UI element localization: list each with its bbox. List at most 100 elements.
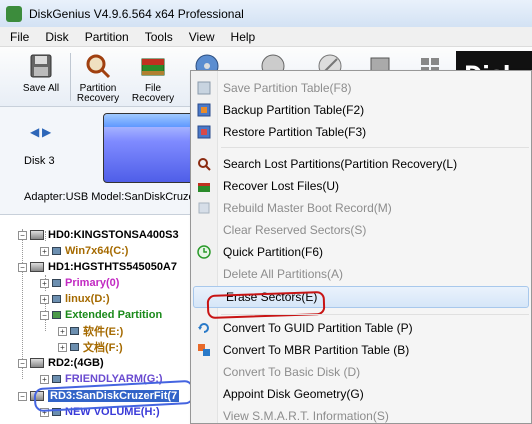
expand-icon[interactable]: + [40,278,49,288]
recover-files-icon [196,178,212,194]
menu-item-label: Convert To GUID Partition Table (P) [223,321,413,335]
save-all-button[interactable]: Save All [16,51,66,103]
menu-rebuild-mbr[interactable]: Rebuild Master Boot Record(M) [191,197,531,219]
expand-icon[interactable]: + [58,326,67,336]
hard-disk-icon [30,230,44,240]
menu-delete-all-partitions[interactable]: Delete All Partitions(A) [191,263,531,285]
partition-recovery-button[interactable]: Partition Recovery [73,51,123,104]
menu-view[interactable]: View [181,30,223,44]
disk-label: Disk 3 [24,155,55,167]
collapse-icon[interactable]: − [18,262,27,272]
blank-icon [196,386,212,402]
menu-view-smart-information[interactable]: View S.M.A.R.T. Information(S) [191,405,531,424]
tree-item-label: HD1:HGSTHTS545050A7 [48,261,177,273]
menu-convert-to-gpt[interactable]: Convert To GUID Partition Table (P) [191,317,531,339]
next-disk-icon[interactable]: ▶ [42,125,51,139]
partition-icon [52,247,61,255]
collapse-icon[interactable]: − [18,358,27,368]
menu-backup-partition-table[interactable]: Backup Partition Table(F2) [191,99,531,121]
partition-recovery-label: Partition Recovery [76,83,120,104]
menu-convert-to-mbr[interactable]: Convert To MBR Partition Table (B) [191,339,531,361]
adapter-model-text: Adapter:USB Model:SanDiskCruze [24,191,195,203]
collapse-icon[interactable]: − [18,230,27,240]
menu-search-lost-partitions[interactable]: Search Lost Partitions(Partition Recover… [191,153,531,175]
expand-icon[interactable]: + [40,374,49,384]
menu-file[interactable]: File [0,30,37,44]
tree-item-rd3-selected[interactable]: − RD3:SanDiskCruzerFit(7 [18,388,180,404]
menu-restore-partition-table[interactable]: Restore Partition Table(F3) [191,121,531,143]
tree-item-rd2[interactable]: − RD2:(4GB) [18,355,104,371]
collapse-icon[interactable]: − [40,310,49,320]
convert-gpt-icon [196,320,212,336]
backup-table-icon [196,102,212,118]
file-recovery-icon [141,58,165,76]
tree-item-label: RD3:SanDiskCruzerFit(7 [48,390,180,402]
tree-item-partition[interactable]: + Win7x64(C:) [40,243,128,259]
disk-map-bar[interactable] [103,113,200,183]
tree-item-hd1[interactable]: − HD1:HGSTHTS545050A7 [18,259,177,275]
save-icon [196,80,212,96]
blank-icon [196,364,212,380]
expand-icon[interactable]: + [40,246,49,256]
tree-item-label: HD0:KINGSTONSA400S3 [48,229,179,241]
tree-item-label: RD2:(4GB) [48,357,104,369]
blank-icon [196,222,212,238]
restore-table-icon [196,124,212,140]
tree-item-label: linux(D:) [65,293,110,305]
blank-icon [199,289,215,305]
menu-tools[interactable]: Tools [137,30,181,44]
tree-item-partition[interactable]: + 软件(E:) [58,323,123,339]
disk-tree: − HD0:KINGSTONSA400S3 + Win7x64(C:) − HD… [0,215,200,424]
hard-disk-icon [30,262,44,272]
menu-item-label: Backup Partition Table(F2) [223,103,365,117]
partition-icon [52,279,61,287]
tree-item-partition[interactable]: + linux(D:) [40,291,110,307]
quick-partition-icon [196,244,212,260]
menu-erase-sectors[interactable]: Erase Sectors(E) [193,286,529,320]
menu-separator [221,314,529,315]
menu-clear-reserved-sectors[interactable]: Clear Reserved Sectors(S) [191,219,531,241]
removable-disk-icon [30,358,44,368]
tree-item-partition[interactable]: + Primary(0) [40,275,119,291]
menu-item-label: Erase Sectors(E) [226,290,318,304]
extended-partition-icon [52,311,61,319]
tree-item-partition[interactable]: + NEW VOLUME(H:) [40,404,160,420]
toolbar-separator [70,53,71,101]
expand-icon[interactable]: + [40,407,49,417]
magnifier-icon [86,54,111,79]
tree-item-partition[interactable]: + FRIENDLYARM(G:) [40,371,163,387]
menu-item-label: Appoint Disk Geometry(G) [223,387,364,401]
save-all-icon [30,54,52,78]
tree-item-label: Primary(0) [65,277,120,289]
menu-separator [221,147,529,148]
menu-help[interactable]: Help [223,30,264,44]
menu-quick-partition[interactable]: Quick Partition(F6) [191,241,531,263]
app-icon [6,5,22,22]
menu-item-label: Convert To MBR Partition Table (B) [223,343,410,357]
tree-item-label: 文档(F:) [83,342,123,354]
partition-icon [52,408,61,416]
file-recovery-button[interactable]: File Recovery [128,51,178,104]
tree-item-extended[interactable]: − Extended Partition [40,307,162,323]
blank-icon [196,266,212,282]
menu-appoint-disk-geometry[interactable]: Appoint Disk Geometry(G) [191,383,531,405]
menu-partition[interactable]: Partition [77,30,137,44]
collapse-icon[interactable]: − [18,391,27,401]
tree-item-hd0[interactable]: − HD0:KINGSTONSA400S3 [18,227,179,243]
menu-disk[interactable]: Disk [37,30,76,44]
convert-mbr-icon [196,342,212,358]
disk-info-panel: ◀ ▶ Disk 3 Adapter:USB Model:SanDiskCruz… [0,107,200,215]
partition-icon [52,295,61,303]
context-menu: Save Partition Table(F8) Backup Partitio… [190,70,532,424]
expand-icon[interactable]: + [58,342,67,352]
menu-item-label: Convert To Basic Disk (D) [223,365,361,379]
tree-item-partition[interactable]: + 文档(F:) [58,339,123,355]
expand-icon[interactable]: + [40,294,49,304]
menu-item-label: Quick Partition(F6) [223,245,324,259]
prev-disk-icon[interactable]: ◀ [30,125,39,139]
menu-recover-lost-files[interactable]: Recover Lost Files(U) [191,175,531,197]
window-title: DiskGenius V4.9.6.564 x64 Professional [29,6,244,21]
partition-icon [70,327,79,335]
menu-convert-to-basic-disk[interactable]: Convert To Basic Disk (D) [191,361,531,383]
menu-save-partition-table[interactable]: Save Partition Table(F8) [191,77,531,99]
